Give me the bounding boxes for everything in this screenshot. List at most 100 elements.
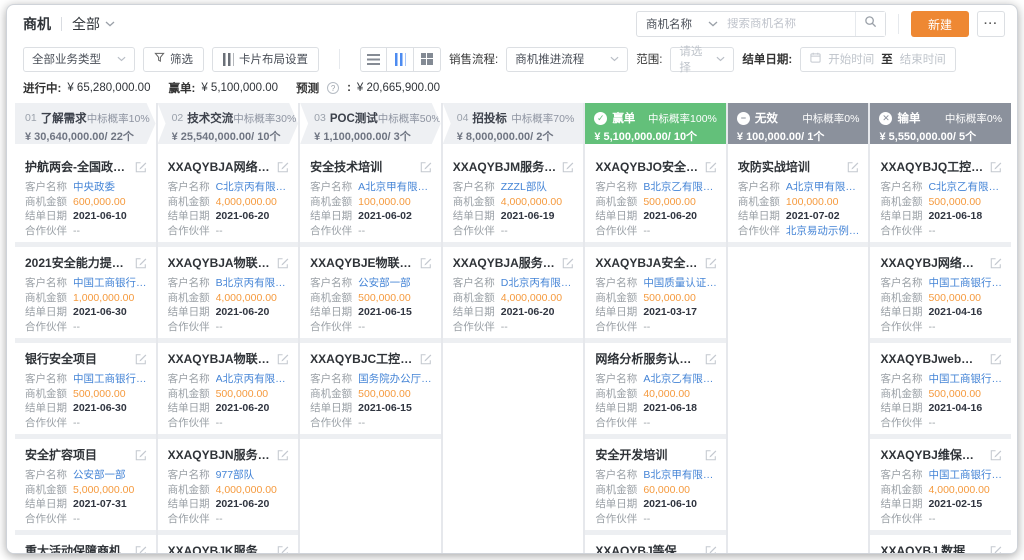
customer-name: B北京乙有限公司 (643, 181, 717, 195)
edit-icon[interactable] (990, 257, 1002, 269)
list-view-button[interactable] (360, 47, 387, 72)
top-bar: 商机 全部 商机名称 新建 ··· (7, 5, 1017, 43)
opportunity-card[interactable]: XXAQYBJ网络安全态势感知...客户名称中国工商银行股份有...商机金额50… (870, 247, 1011, 343)
card-field-row: 商机金额500,000.00 (310, 292, 432, 306)
edit-icon[interactable] (135, 545, 147, 554)
app-window: 商机 全部 商机名称 新建 ··· (6, 4, 1018, 554)
close-date: 2021-06-20 (501, 306, 575, 320)
card-field-row: 客户名称中国工商银行股份有... (25, 373, 147, 387)
card-field-row: 客户名称A北京甲有限公司 (738, 181, 860, 195)
customer-name: 中央政委 (73, 181, 147, 195)
card-field-row: 结单日期2021-03-17 (595, 306, 717, 320)
opportunity-card[interactable]: 银行安全项目客户名称中国工商银行股份有...商机金额500,000.00结单日期… (15, 343, 156, 439)
edit-icon[interactable] (277, 545, 289, 554)
opportunity-card[interactable]: XXAQYBJO安全信息隔离与...客户名称B北京乙有限公司商机金额500,00… (585, 151, 726, 247)
opportunity-card[interactable]: XXAQYBJE物联网视频上云...客户名称公安部一部商机金额500,000.0… (300, 247, 441, 343)
opportunity-card[interactable]: 安全技术培训客户名称A北京甲有限公司商机金额100,000.00结单日期2021… (300, 151, 441, 247)
business-type-select[interactable]: 全部业务类型 (23, 47, 135, 72)
close-date-range-picker[interactable]: 开始时间 至 结束时间 (800, 47, 956, 72)
edit-icon[interactable] (705, 449, 717, 461)
field-label: 客户名称 (310, 277, 352, 291)
edit-icon[interactable] (135, 257, 147, 269)
edit-icon[interactable] (420, 161, 432, 173)
edit-icon[interactable] (135, 161, 147, 173)
opportunity-amount: 1,000,000.00 (73, 292, 147, 306)
edit-icon[interactable] (135, 449, 147, 461)
opportunity-card[interactable]: 重大活动保障商机客户名称ZZZL部队商机金额5,000,000.00结单日期20… (15, 535, 156, 553)
opportunity-card[interactable]: XXAQYBJN服务器V00XCD...客户名称977部队商机金额4,000,0… (158, 439, 299, 535)
card-field-row: 商机金额500,000.00 (310, 388, 432, 402)
scope-selector[interactable]: 全部 (72, 14, 115, 34)
opportunity-card[interactable]: XXAQYBJC工控安全检查工...客户名称国务院办公厅机关服...商机金额50… (300, 343, 441, 439)
opportunity-card[interactable]: XXAQYBJweb应用防护墙XC...客户名称中国工商银行股份有...商机金额… (870, 343, 1011, 439)
opportunity-card[interactable]: XXAQYBJ等保一体机XCC项目客户名称中国工商银行股份有...商机金额500… (585, 535, 726, 553)
search-input[interactable] (727, 18, 855, 30)
field-label: 客户名称 (880, 469, 922, 483)
process-select[interactable]: 商机推进流程 (506, 47, 628, 72)
edit-icon[interactable] (705, 257, 717, 269)
edit-icon[interactable] (990, 545, 1002, 554)
edit-icon[interactable] (705, 353, 717, 365)
partner: -- (216, 321, 290, 335)
card-field-row: 客户名称中国工商银行股份有... (25, 277, 147, 291)
opportunity-card[interactable]: XXAQYBJA物联网边缘AI智...客户名称B北京丙有限公司商机金额4,000… (158, 247, 299, 343)
field-label: 客户名称 (168, 181, 210, 195)
edit-icon[interactable] (277, 257, 289, 269)
opportunity-card[interactable]: 网络分析服务认证培训客户名称A北京乙有限公司商机金额40,000.00结单日期2… (585, 343, 726, 439)
edit-icon[interactable] (277, 449, 289, 461)
opportunity-card[interactable]: XXAQYBJA物联网视频上云...客户名称A北京丙有限公司商机金额500,00… (158, 343, 299, 439)
search-button[interactable] (855, 12, 885, 36)
card-field-row: 商机金额500,000.00 (595, 196, 717, 210)
opportunity-card[interactable]: XXAQYBJ 数据采集、存储...客户名称中国工商银行股份有...商机金额50… (870, 535, 1011, 553)
edit-icon[interactable] (562, 257, 574, 269)
opportunity-card[interactable]: 安全扩容项目客户名称公安部一部商机金额5,000,000.00结单日期2021-… (15, 439, 156, 535)
edit-icon[interactable] (990, 449, 1002, 461)
opportunity-card[interactable]: XXAQYBJM服务器V00XCC...客户名称ZZZL部队商机金额4,000,… (443, 151, 584, 247)
opportunity-card[interactable]: 护航两会-全国政协十三届...客户名称中央政委商机金额600,000.00结单日… (15, 151, 156, 247)
opportunity-card[interactable]: 攻防实战培训客户名称A北京甲有限公司商机金额100,000.00结单日期2021… (728, 151, 869, 247)
edit-icon[interactable] (135, 353, 147, 365)
edit-icon[interactable] (705, 161, 717, 173)
grid-view-button[interactable] (414, 47, 441, 72)
partner: -- (643, 513, 717, 527)
card-field-row: 商机金额500,000.00 (168, 388, 290, 402)
opportunity-card[interactable]: XXAQYBJK服务器V00XCD...客户名称中都物流有限公司商机金额4,00… (158, 535, 299, 553)
edit-icon[interactable] (420, 353, 432, 365)
edit-icon[interactable] (847, 161, 859, 173)
stage-name: 赢单 (612, 110, 635, 126)
more-button[interactable]: ··· (977, 11, 1005, 37)
stage-summary: ¥ 5,550,000.00/ 5个 (879, 128, 1002, 144)
kanban-view-button[interactable] (387, 47, 414, 72)
close-date: 2021-06-10 (643, 498, 717, 512)
card-stack: XXAQYBJM服务器V00XCC...客户名称ZZZL部队商机金额4,000,… (443, 151, 584, 553)
edit-icon[interactable] (277, 353, 289, 365)
filter-button[interactable]: 筛选 (143, 47, 204, 72)
edit-icon[interactable] (420, 257, 432, 269)
opportunity-card[interactable]: XXAQYBJ维保服务XCC项目客户名称中国工商银行股份有...商机金额4,00… (870, 439, 1011, 535)
opportunity-card[interactable]: XXAQYBJQ工控防火墙系统...客户名称C北京乙有限公司商机金额500,00… (870, 151, 1011, 247)
card-header: XXAQYBJA物联网边缘AI智... (168, 254, 290, 271)
edit-icon[interactable] (705, 545, 717, 554)
search-field-select[interactable]: 商机名称 (637, 12, 727, 36)
field-label: 客户名称 (168, 469, 210, 483)
edit-icon[interactable] (277, 161, 289, 173)
opportunity-card[interactable]: XXAQYBJA服务器V00XCC...客户名称D北京丙有限公司商机金额4,00… (443, 247, 584, 343)
opportunity-card[interactable]: 2021安全能力提升项目客户名称中国工商银行股份有...商机金额1,000,00… (15, 247, 156, 343)
edit-icon[interactable] (990, 353, 1002, 365)
partner: -- (928, 513, 1002, 527)
opportunity-amount: 4,000,000.00 (216, 484, 290, 498)
opportunity-card[interactable]: XXAQYBJA安全信息隔离与...客户名称中国质量认证中心商机金额500,00… (585, 247, 726, 343)
stage-probability: 中标概率50% (378, 111, 441, 126)
field-label: 客户名称 (310, 181, 352, 195)
card-field-row: 商机金额600,000.00 (25, 196, 147, 210)
card-field-row: 客户名称ZZZL部队 (453, 181, 575, 195)
card-field-row: 合作伙伴-- (168, 417, 290, 431)
partner: -- (73, 417, 147, 431)
edit-icon[interactable] (562, 161, 574, 173)
opportunity-card[interactable]: 安全开发培训客户名称B北京甲有限公司商机金额60,000.00结单日期2021-… (585, 439, 726, 535)
opportunity-card[interactable]: XXAQYBJA网络全流量安全...客户名称C北京丙有限公司商机金额4,000,… (158, 151, 299, 247)
card-layout-button[interactable]: 卡片布局设置 (212, 47, 319, 72)
range-select[interactable]: 请选择 (670, 47, 734, 72)
new-button[interactable]: 新建 (911, 11, 969, 37)
edit-icon[interactable] (990, 161, 1002, 173)
